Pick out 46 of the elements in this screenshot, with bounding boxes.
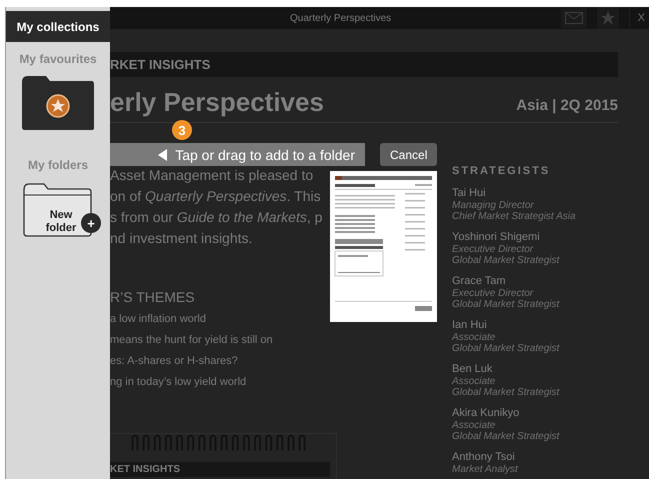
themes-heading: R’S THEMES [110,289,196,305]
section-title: My folders [28,158,88,172]
strategist-role: Chief Market Strategist Asia [452,211,577,222]
drag-hint-text: Tap or drag to add to a folder [175,146,355,162]
section-band: KET INSIGHTS [110,462,330,477]
strategist-role: Executive Director [452,288,534,299]
strategist-name: Ben Luk [452,363,494,376]
theme-item: a low inflation world [110,312,207,327]
section-band: RKET INSIGHTS [110,52,618,77]
strategist-role: Associate [452,332,496,343]
strategist-role: Global Market Strategist [452,299,560,310]
strategist-role: Global Market Strategist [452,343,560,354]
strategist-name: Akira Kunikyo [452,407,520,420]
section-title: My favourites [19,52,97,66]
strategist-role: Associate [452,376,496,387]
star-button[interactable] [596,7,619,29]
theme-item: means the hunt for yield is still on [110,333,274,348]
strategist-role: Global Market Strategist [452,255,560,266]
strategist-name: Yoshinori Shigemi [452,231,541,244]
strategist-role: Associate [452,420,496,431]
theme-item: ng in today’s low yield world [110,375,248,390]
region-label: Asia | 2Q 2015 [516,97,618,116]
intro-line: Asset Management is pleased to [110,166,314,185]
strategist-name: Ian Hui [452,319,488,332]
strategist-role: Managing Director [452,200,535,211]
strategist-role: Executive Director [452,244,534,255]
intro-line: on of Quarterly Perspectives. This [110,187,322,206]
strategist-role: Global Market Strategist [452,431,560,442]
strategist-role: Market Analyst [452,464,519,475]
document-title: Quarterly Perspectives [290,12,392,24]
cancel-button[interactable]: Cancel [380,143,438,166]
step-badge: 3 [172,120,192,140]
strategists-heading: STRATEGISTS [452,165,552,177]
page-heading: erly Perspectives [110,87,324,118]
theme-item: es: A-shares or H-shares? [110,354,239,369]
strategist-name: Tai Hui [452,187,487,200]
favourites-folder-icon[interactable] [20,74,96,132]
new-folder-label: New folder [44,209,78,235]
document-thumbnail-drawing[interactable] [330,171,437,322]
add-folder-button[interactable]: + [81,213,101,233]
strategist-role: Global Market Strategist [452,387,560,398]
intro-line: s from our Guide to the Markets, p [110,208,324,227]
intro-line: nd investment insights. [110,229,254,248]
strategist-name: Grace Tam [452,275,507,288]
strategist-name: Anthony Tsoi [452,451,516,464]
left-arrow-icon [158,148,168,160]
